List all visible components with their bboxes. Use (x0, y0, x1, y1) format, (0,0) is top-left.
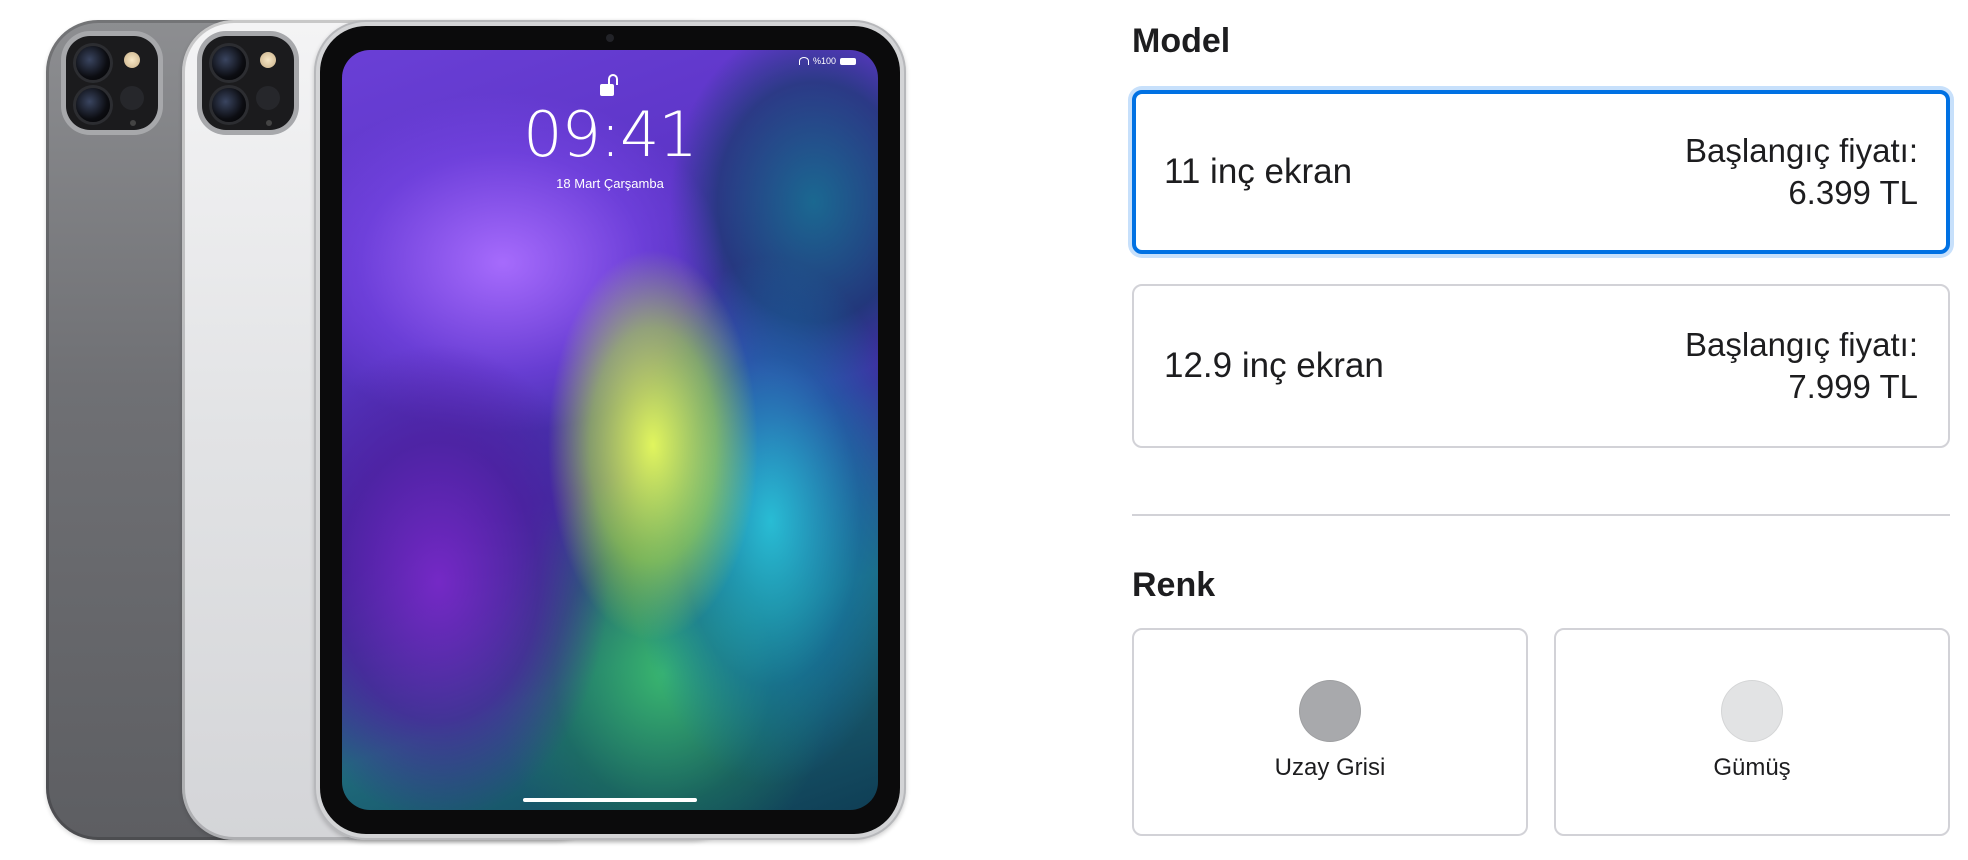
ultrawide-lens-icon (212, 88, 246, 122)
price-value: 7.999 TL (1788, 368, 1918, 405)
model-option-12-9-inch[interactable]: 12.9 inç ekran Başlangıç fiyatı: 7.999 T… (1132, 284, 1950, 448)
model-option-name: 11 inç ekran (1164, 152, 1353, 191)
wide-lens-icon (76, 46, 110, 80)
lock-screen-date: 18 Mart Çarşamba (556, 176, 664, 191)
color-option-space-gray[interactable]: Uzay Grisi (1132, 628, 1528, 836)
mic-icon (266, 120, 272, 126)
price-label: Başlangıç fiyatı: (1685, 132, 1918, 169)
wide-lens-icon (212, 46, 246, 80)
wifi-icon (798, 57, 809, 65)
battery-icon (840, 57, 856, 65)
camera-module-icon (66, 36, 158, 130)
model-option-name: 12.9 inç ekran (1164, 346, 1384, 385)
lidar-icon (120, 86, 144, 110)
lock-screen: %100 09:41 18 Mart Çarşamba (342, 50, 878, 810)
mic-icon (130, 120, 136, 126)
unlocked-lock-icon (600, 74, 620, 98)
model-option-11-inch[interactable]: 11 inç ekran Başlangıç fiyatı: 6.399 TL (1132, 90, 1950, 254)
model-heading: Model (1132, 22, 1231, 60)
price-value: 6.399 TL (1788, 174, 1918, 211)
color-heading: Renk (1132, 566, 1216, 604)
model-option-price-block: Başlangıç fiyatı: 6.399 TL (1685, 130, 1918, 214)
color-option-silver[interactable]: Gümüş (1554, 628, 1950, 836)
home-indicator[interactable] (523, 798, 697, 802)
status-bar: %100 (798, 56, 856, 66)
color-swatch-space-gray (1299, 680, 1361, 742)
lidar-icon (256, 86, 280, 110)
lock-screen-time: 09:41 (523, 98, 698, 171)
product-config-page: %100 09:41 18 Mart Çarşamba Model 11 inç… (0, 0, 1968, 860)
model-option-price-block: Başlangıç fiyatı: 7.999 TL (1685, 324, 1918, 408)
section-divider (1132, 514, 1950, 516)
ultrawide-lens-icon (76, 88, 110, 122)
camera-module-icon (202, 36, 294, 130)
color-option-label: Uzay Grisi (1274, 754, 1386, 781)
battery-percent: %100 (812, 56, 836, 66)
flash-icon (124, 52, 140, 68)
price-label: Başlangıç fiyatı: (1685, 326, 1918, 363)
flash-icon (260, 52, 276, 68)
front-camera-icon (606, 34, 614, 42)
color-swatch-silver (1721, 680, 1783, 742)
ipad-pro-product-image: %100 09:41 18 Mart Çarşamba (40, 20, 920, 840)
ipad-bezel: %100 09:41 18 Mart Çarşamba (320, 26, 900, 834)
color-option-label: Gümüş (1713, 754, 1791, 781)
ipad-front: %100 09:41 18 Mart Çarşamba (314, 20, 906, 840)
